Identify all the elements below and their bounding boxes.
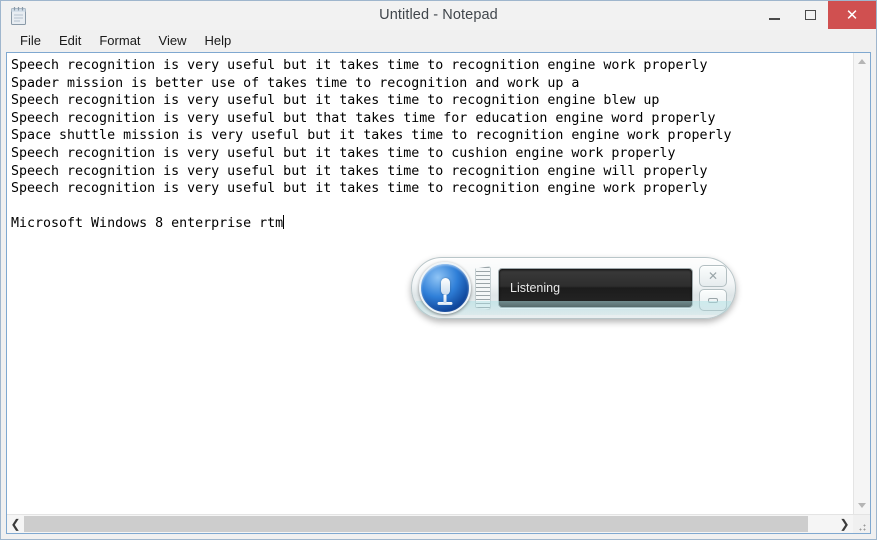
horizontal-scroll-track[interactable]	[24, 515, 836, 533]
text-line: Space shuttle mission is very useful but…	[11, 128, 732, 144]
maximize-icon	[804, 10, 816, 20]
notepad-window: Untitled - Notepad ✕ File Edit Format Vi…	[0, 0, 877, 540]
menu-item-help[interactable]: Help	[195, 31, 240, 51]
scroll-down-button[interactable]	[854, 497, 870, 514]
vertical-scroll-track[interactable]	[854, 70, 870, 497]
notepad-icon	[10, 6, 28, 26]
horizontal-scroll-thumb[interactable]	[24, 516, 809, 532]
scroll-right-button[interactable]: ❯	[836, 515, 853, 533]
scroll-up-button[interactable]	[854, 53, 870, 70]
window-title: Untitled - Notepad	[379, 7, 498, 23]
menu-bar: File Edit Format View Help	[1, 30, 876, 52]
window-close-button[interactable]: ✕	[828, 1, 876, 29]
scroll-left-button[interactable]: ❮	[7, 515, 24, 533]
text-line: Spader mission is better use of takes ti…	[11, 75, 580, 91]
close-icon: ✕	[845, 6, 859, 24]
text-line: Speech recognition is very useful but it…	[11, 145, 676, 161]
title-bar: Untitled - Notepad ✕	[1, 1, 876, 30]
menu-item-edit[interactable]: Edit	[50, 31, 90, 51]
chevron-up-icon	[858, 59, 866, 64]
speech-widget-button-group: ✕	[699, 265, 727, 311]
text-line-with-caret: Microsoft Windows 8 enterprise rtm	[11, 215, 853, 233]
microphone-icon	[440, 278, 450, 295]
text-line: Speech recognition is very useful but it…	[11, 163, 708, 179]
resize-grip[interactable]	[853, 515, 870, 533]
text-line-content: Microsoft Windows 8 enterprise rtm	[11, 216, 284, 232]
text-caret	[283, 215, 285, 230]
close-icon: ✕	[707, 269, 719, 283]
text-line: Speech recognition is very useful but it…	[11, 58, 708, 73]
microphone-button[interactable]	[419, 262, 471, 314]
vertical-scrollbar[interactable]	[853, 53, 870, 514]
menu-item-view[interactable]: View	[150, 31, 196, 51]
minimize-icon	[768, 17, 780, 20]
caption-button-group: ✕	[756, 1, 876, 29]
speech-widget-minimize-button[interactable]	[699, 289, 727, 311]
text-line: Speech recognition is very useful but th…	[11, 110, 716, 126]
menu-item-file[interactable]: File	[11, 31, 50, 51]
minimize-icon	[708, 297, 718, 303]
speech-widget-close-button[interactable]: ✕	[699, 265, 727, 287]
horizontal-scrollbar[interactable]: ❮ ❯	[7, 514, 870, 533]
speech-status-text: Listening	[510, 281, 561, 295]
audio-level-meter-icon	[475, 266, 491, 310]
text-line: Speech recognition is very useful but it…	[11, 181, 708, 197]
text-line: Speech recognition is very useful but it…	[11, 93, 660, 109]
speech-status-panel: Listening	[498, 268, 693, 308]
window-maximize-button[interactable]	[792, 1, 828, 29]
menu-item-format[interactable]: Format	[90, 31, 149, 51]
window-minimize-button[interactable]	[756, 1, 792, 29]
resize-grip-icon	[859, 522, 868, 531]
text-line	[11, 198, 853, 216]
chevron-down-icon	[858, 503, 866, 508]
speech-recognition-widget[interactable]: Listening ✕	[411, 257, 736, 319]
